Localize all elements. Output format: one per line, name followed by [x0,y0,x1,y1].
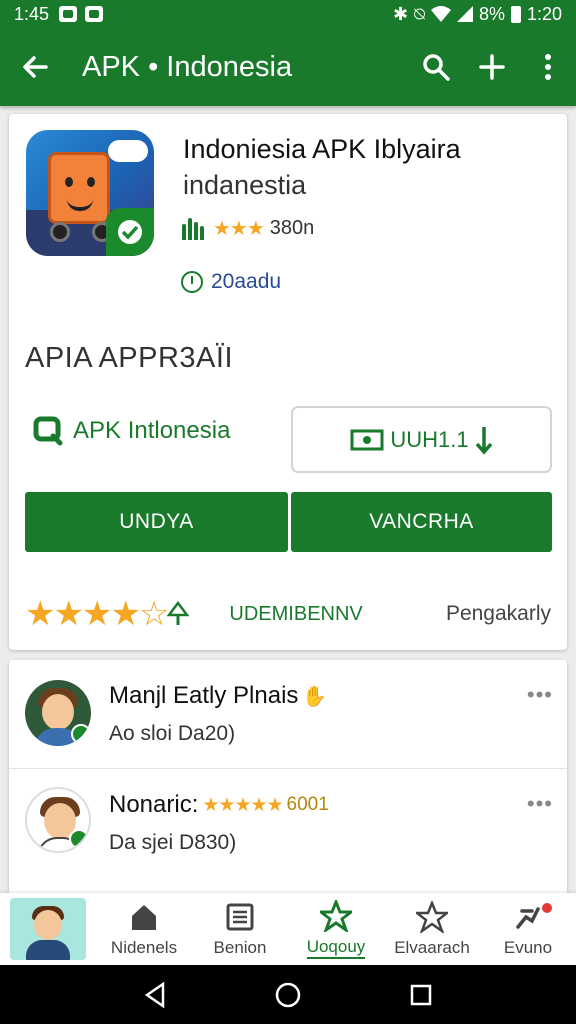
truck-eye [87,177,95,187]
tree-icon [167,601,190,625]
status-right: ✱ ⍉ 8% 1:20 [393,4,562,25]
size-row: 20aadu [181,270,281,294]
search-app-icon [33,416,63,446]
alarm-icon: ⍉ [414,3,425,24]
app-notification-icon [85,6,104,22]
search-button[interactable] [408,28,464,106]
review-item[interactable]: Nonaric: ★★★★★ 6001 Da sjei D830) ••• [9,768,567,876]
battery-icon [510,5,521,23]
developer-link[interactable]: APK Intlonesia [33,416,230,446]
cloud-shape [108,140,148,162]
reviewer-name-row: Nonaric: ★★★★★ 6001 [109,791,329,819]
status-bar: 1:45 ✱ ⍉ 8% 1:20 [0,0,576,28]
recents-square-icon[interactable] [409,983,433,1007]
system-navigation-bar [0,965,576,1024]
money-icon [350,429,384,450]
back-button[interactable] [0,28,70,106]
review-rating-number: 6001 [286,794,329,815]
star-filled-icon [320,899,352,933]
newspaper-icon [225,900,255,934]
reviews-card: Manjl Eatly Plnais ✋ Ao sloi Da20) ••• N… [9,660,567,900]
secondary-action-button[interactable]: UUH1.1 [291,406,552,473]
search-icon [423,54,450,81]
download-arrow-icon [475,426,492,455]
review-stars: ★★★★★ [202,794,283,816]
back-triangle-icon[interactable] [143,981,167,1008]
nav-home[interactable]: Nidenels [96,893,192,965]
app-details-card: Indoniesia APK Iblyaira indanestia ★★★ 3… [9,114,567,650]
reviewer-avatar [25,787,91,853]
nav-events[interactable]: Evuno [480,893,576,965]
review-more-button[interactable]: ••• [527,791,553,817]
avatar-face [42,694,74,730]
verified-check-icon [71,724,91,744]
overflow-menu-button[interactable] [520,28,576,106]
app-bar-title: APK • Indonesia [82,50,293,83]
truck-wheel [50,222,70,242]
reviewer-name: Nonaric: [109,791,199,818]
summary-right-link[interactable]: Pengakarly [446,602,551,626]
plus-icon [479,54,505,80]
signal-icon [456,6,473,22]
arrow-left-icon [23,56,48,78]
review-item[interactable]: Manjl Eatly Plnais ✋ Ao sloi Da20) ••• [9,660,567,768]
nav-home-label: Nidenels [110,938,178,957]
reviewer-name: Manjl Eatly Plnais [109,682,299,709]
truck-mouth [67,199,93,211]
app-bar: APK • Indonesia [0,28,576,106]
wifi-icon [430,6,451,22]
notification-dot [542,903,552,913]
large-rating-stars: ★★★★☆ [25,595,169,633]
app-title: Indoniesia APK Iblyaira [183,134,461,164]
profile-avatar [10,898,86,960]
verified-badge-icon [106,208,154,256]
rating-row: ★★★ 380n [181,216,314,241]
summary-tag: UDEMIBENNV [229,602,363,625]
nav-featured-label: Uoqouy [306,937,366,959]
plant-icon [182,217,204,240]
review-more-button[interactable]: ••• [527,682,553,708]
star-outline-icon [416,900,448,934]
clock-icon [181,271,203,293]
primary-left-button[interactable]: UNDYA [25,492,288,552]
nav-events-label: Evuno [503,938,553,957]
verified-check-icon [69,829,89,849]
avatar-face [34,910,62,940]
home-icon [129,900,159,934]
bluetooth-icon: ✱ [393,3,409,24]
app-icon[interactable] [26,130,154,256]
more-vertical-icon [545,54,551,80]
nav-news-label: Benion [213,938,267,957]
review-date: Ao sloi Da20) [109,722,236,745]
avatar-suit [26,940,70,960]
size-label: 20aadu [211,270,282,293]
nav-featured[interactable]: Uoqouy [288,893,384,965]
reviewer-avatar [25,680,91,746]
secondary-action-label: UUH1.1 [390,426,469,452]
primary-right-button[interactable]: VANCRHA [291,492,552,552]
nav-favorites-label: Elvaarach [394,938,470,957]
truck-eye [65,177,73,187]
section-title: APIA APPR3AÏI [25,342,233,374]
nav-news[interactable]: Benion [192,893,288,965]
hand-emoji-icon: ✋ [302,685,328,708]
status-time: 1:45 [14,3,50,24]
home-circle-icon[interactable] [274,981,302,1009]
status-clock: 1:20 [526,3,562,24]
photo-notification-icon [59,6,78,22]
bottom-navigation: Nidenels Benion Uoqouy Elvaarach Evuno [0,893,576,965]
app-subtitle: indanestia [183,170,307,200]
nav-profile[interactable] [0,893,96,965]
nav-favorites[interactable]: Elvaarach [384,893,480,965]
add-button[interactable] [464,28,520,106]
truck-character [48,152,110,224]
summary-row: ★★★★☆ UDEMIBENNV Pengakarly [25,594,551,634]
review-date: Da sjei D830) [109,831,237,854]
reviewer-name-row: Manjl Eatly Plnais ✋ [109,682,327,710]
developer-name: APK Intlonesia [73,417,231,444]
runner-icon [512,900,544,934]
battery-percent: 8% [478,3,505,24]
rating-stars: ★★★ [213,218,265,240]
rating-count: 380n [269,217,315,239]
